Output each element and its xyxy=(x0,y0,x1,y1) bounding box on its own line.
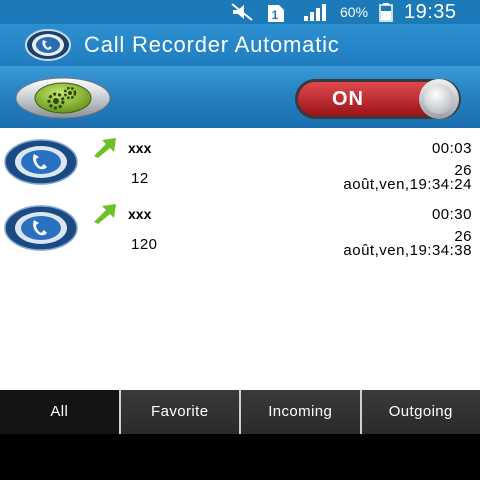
status-bar: 1 60% 19:35 xyxy=(0,0,480,24)
call-item[interactable]: xxx 00:03 12 26 août,ven,19:34:24 xyxy=(0,128,480,194)
outgoing-arrow-icon xyxy=(92,136,118,158)
outgoing-arrow-icon xyxy=(92,202,118,224)
call-duration: 00:30 xyxy=(431,206,472,223)
phone-recorder-icon xyxy=(24,28,72,62)
phone-icon xyxy=(4,138,78,186)
tab-incoming[interactable]: Incoming xyxy=(239,390,360,434)
gears-icon xyxy=(15,77,111,119)
mute-icon xyxy=(230,0,256,24)
phone-icon xyxy=(4,204,78,252)
control-band: ON xyxy=(0,66,480,128)
toggle-label: ON xyxy=(332,88,364,110)
call-size: 120 xyxy=(131,236,158,253)
tab-all[interactable]: All xyxy=(0,390,119,434)
app-title: Call Recorder Automatic xyxy=(84,32,340,57)
signal-icon xyxy=(302,0,328,24)
tab-favorite[interactable]: Favorite xyxy=(118,390,239,434)
svg-text:1: 1 xyxy=(272,8,279,22)
clock: 19:35 xyxy=(404,0,457,23)
action-bar: Call Recorder Automatic xyxy=(0,24,480,66)
tab-outgoing[interactable]: Outgoing xyxy=(359,390,480,434)
call-item[interactable]: xxx 00:30 120 26 août,ven,19:34:38 xyxy=(0,194,480,260)
call-timestamp: août,ven,19:34:38 xyxy=(343,242,472,259)
contact-name: xxx xyxy=(128,206,152,222)
settings-button[interactable] xyxy=(14,76,112,120)
contact-name: xxx xyxy=(128,140,152,156)
sim-icon: 1 xyxy=(266,0,286,24)
call-size: 12 xyxy=(131,170,149,187)
battery-icon xyxy=(378,0,394,24)
call-duration: 00:03 xyxy=(431,140,472,157)
battery-percent: 60% xyxy=(340,4,369,20)
call-list: xxx 00:03 12 26 août,ven,19:34:24 xxx 00… xyxy=(0,128,480,390)
call-timestamp: août,ven,19:34:24 xyxy=(343,176,472,193)
bottom-area xyxy=(0,434,480,480)
tab-bar: All Favorite Incoming Outgoing xyxy=(0,390,480,434)
recording-toggle[interactable]: ON xyxy=(294,78,462,120)
